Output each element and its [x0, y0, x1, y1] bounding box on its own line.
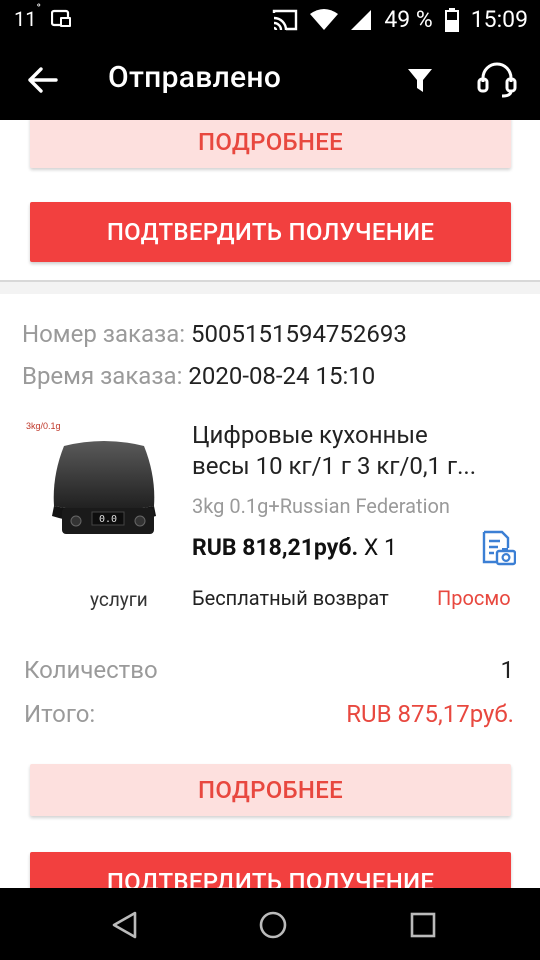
scale-display-reading: 0.0	[99, 514, 117, 525]
cast-icon	[273, 9, 298, 30]
order-time-row: Время заказа: 2020-08-24 15:10	[22, 362, 376, 390]
confirm-receipt-button[interactable]: ПОДТВЕРДИТЬ ПОЛУЧЕНИЕ	[30, 852, 511, 888]
confirm-receipt-button[interactable]: ПОДТВЕРДИТЬ ПОЛУЧЕНИЕ	[30, 202, 511, 262]
details-button[interactable]: ПОДРОБНЕЕ	[30, 120, 511, 168]
details-button[interactable]: ПОДРОБНЕЕ	[30, 764, 511, 816]
battery-percent: 49 %	[384, 6, 433, 33]
product-price: RUB 818,21руб. X 1	[192, 534, 397, 561]
nav-back-icon[interactable]	[110, 910, 138, 940]
total-label: Итого:	[24, 700, 96, 728]
signal-icon	[351, 9, 372, 30]
quantity-value: 1	[500, 656, 515, 684]
order-list[interactable]: ПОДРОБНЕЕ ПОДТВЕРДИТЬ ПОЛУЧЕНИЕ Номер за…	[0, 120, 540, 888]
photo-review-icon[interactable]	[480, 530, 516, 566]
quantity-label: Количество	[24, 656, 158, 684]
free-return-label: Бесплатный возврат	[192, 586, 389, 610]
nav-home-icon[interactable]	[258, 910, 288, 940]
order-number: 5005151594752693	[191, 320, 407, 348]
system-nav-bar	[0, 888, 540, 960]
nav-recent-apps-icon[interactable]	[410, 912, 436, 938]
cast-notification-icon	[50, 9, 71, 27]
order-time: 2020-08-24 15:10	[188, 362, 376, 390]
clock: 15:09	[470, 6, 528, 33]
temperature: 11°	[14, 1, 41, 31]
product-image-tag: 3kg/0.1g	[26, 421, 61, 431]
support-headset-icon[interactable]	[476, 62, 518, 98]
filter-icon[interactable]	[406, 66, 434, 94]
wifi-icon	[310, 8, 339, 30]
services-label: услуги	[90, 588, 148, 611]
section-divider	[0, 280, 540, 294]
app-toolbar: Отправлено	[0, 40, 540, 120]
battery-icon	[444, 7, 459, 32]
status-bar: 11° 49 % 15:09	[0, 0, 540, 40]
product-variant: 3kg 0.1g+Russian Federation	[192, 494, 450, 518]
product-image[interactable]: 3kg/0.1g 0.0	[24, 416, 178, 560]
view-details-link[interactable]: Просмо	[437, 586, 517, 610]
back-arrow-icon[interactable]	[24, 62, 60, 98]
order-number-row: Номер заказа: 5005151594752693	[22, 320, 407, 348]
total-value: RUB 875,17руб.	[346, 700, 514, 728]
page-title: Отправлено	[108, 60, 282, 95]
product-name[interactable]: Цифровые кухонные весы 10 кг/1 г 3 кг/0,…	[192, 420, 522, 482]
